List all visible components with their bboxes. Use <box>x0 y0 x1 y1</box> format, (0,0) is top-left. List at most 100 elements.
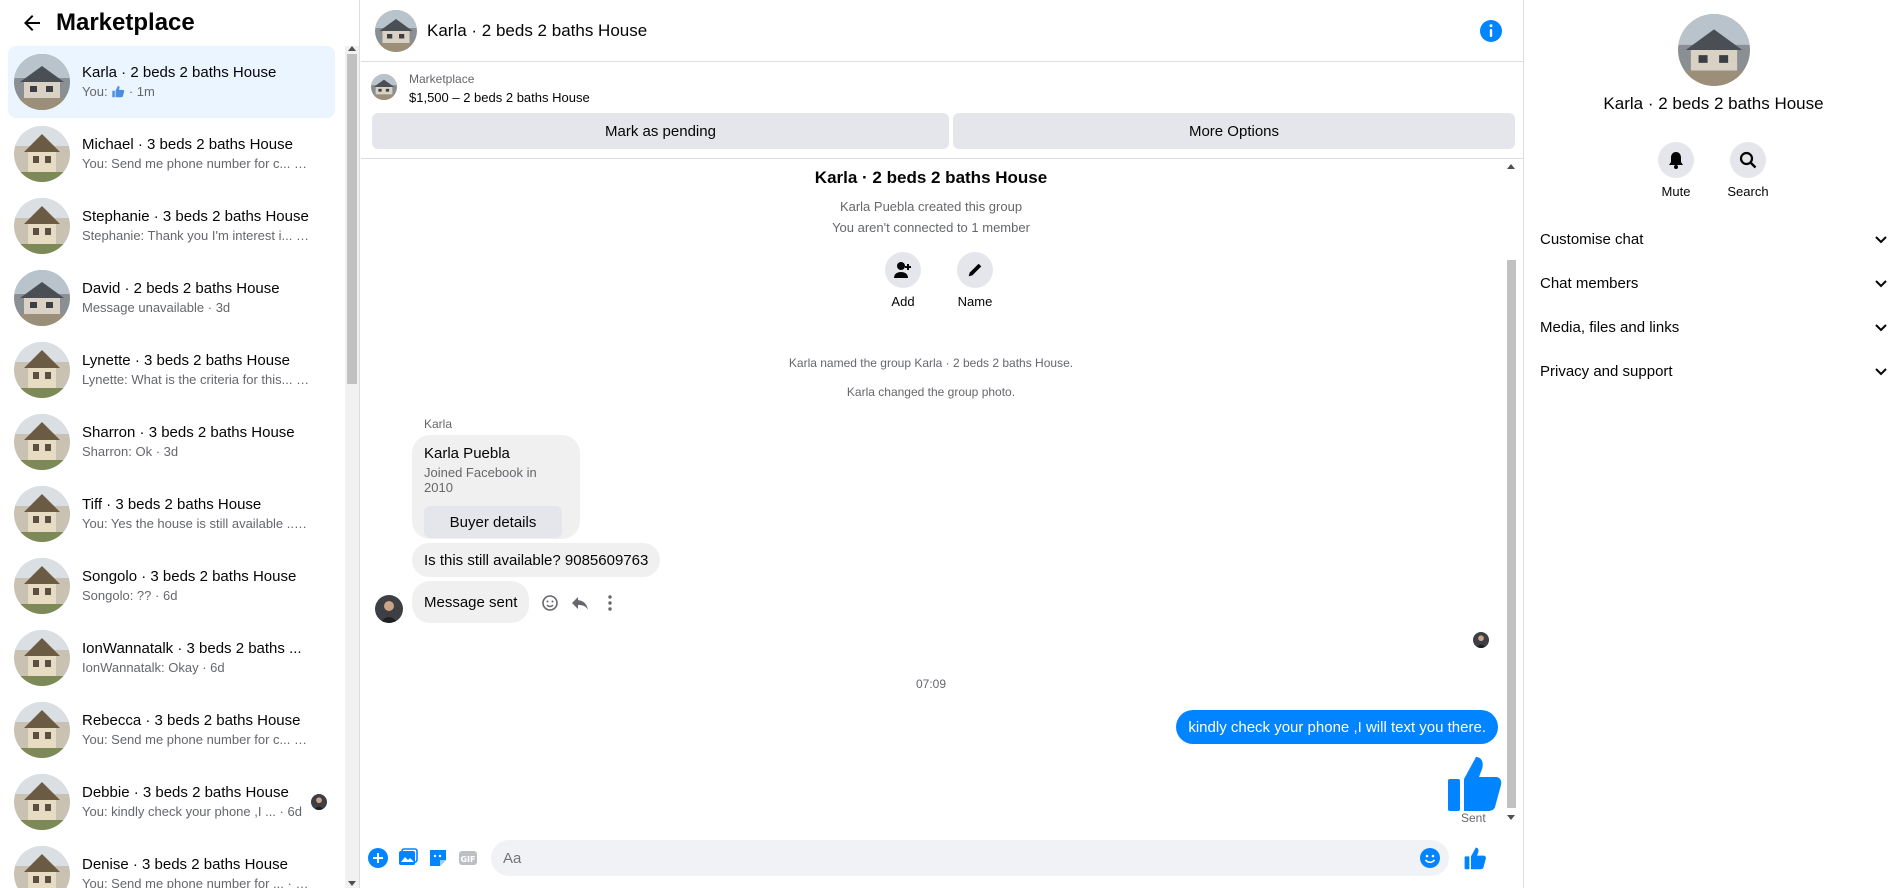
listing-thumbnail[interactable] <box>371 74 397 100</box>
conversation-preview: You: Send me phone number for c... · 6d <box>82 732 310 747</box>
listing-thumbnail <box>14 198 70 254</box>
conversation-item[interactable]: David · 2 beds 2 baths House Message una… <box>8 262 335 334</box>
message-actions <box>539 592 621 614</box>
listing-thumbnail <box>14 486 70 542</box>
chat-pane: Karla · 2 beds 2 baths House Marketplace… <box>361 0 1523 888</box>
incoming-message[interactable]: Message sent <box>412 581 530 623</box>
conversation-item[interactable]: IonWannatalk · 3 beds 2 baths ... IonWan… <box>8 622 335 694</box>
conversation-name: Sharron · 3 beds 2 baths House <box>82 424 295 441</box>
system-message: Karla named the group Karla · 2 beds 2 b… <box>788 356 1074 370</box>
scroll-up-arrow[interactable] <box>1507 164 1515 169</box>
conversation-item[interactable]: Lynette · 3 beds 2 baths House Lynette: … <box>8 334 335 406</box>
details-chat-name: Karla · 2 beds 2 baths House <box>1603 94 1824 113</box>
system-message: Karla changed the group photo. <box>846 385 1016 399</box>
conversation-preview: Sharron: Ok · 3d <box>82 444 179 459</box>
more-options-button[interactable]: More Options <box>953 113 1515 149</box>
buyer-joined-text: Joined Facebook in 2010 <box>424 465 537 495</box>
chat-members-section[interactable]: Chat members <box>1540 263 1890 303</box>
chat-avatar[interactable] <box>375 10 417 52</box>
scroll-down-arrow[interactable] <box>1507 815 1515 820</box>
emoji-icon[interactable] <box>1419 847 1441 869</box>
buyer-profile-card: Karla Puebla Joined Facebook in 2010 Buy… <box>412 435 580 539</box>
conversation-item[interactable]: Tiff · 3 beds 2 baths House You: Yes the… <box>8 478 335 550</box>
customise-chat-section[interactable]: Customise chat <box>1540 219 1890 259</box>
conversation-item[interactable]: Sharron · 3 beds 2 baths House Sharron: … <box>8 406 335 478</box>
conversation-preview: Stephanie: Thank you I'm interest i... ·… <box>82 228 310 243</box>
incoming-message[interactable]: Is this still available? 9085609763 <box>412 543 661 577</box>
chevron-down-icon <box>1875 368 1887 376</box>
thumbs-up-icon <box>112 85 125 98</box>
group-title: Karla · 2 beds 2 baths House <box>814 168 1048 187</box>
message-input-wrapper <box>491 840 1449 876</box>
plus-circle-icon[interactable] <box>367 847 389 869</box>
conversation-preview: Lynette: What is the criteria for this..… <box>82 372 310 387</box>
scrollbar-thumb[interactable] <box>347 54 357 384</box>
conversation-name: Stephanie · 3 beds 2 baths House <box>82 208 309 225</box>
listing-thumbnail <box>14 414 70 470</box>
mute-button[interactable]: Mute <box>1654 142 1698 199</box>
pencil-icon <box>968 263 982 277</box>
conversation-item[interactable]: Karla · 2 beds 2 baths House You: · 1m <box>8 46 335 118</box>
sender-avatar[interactable] <box>375 595 403 623</box>
group-avatar[interactable] <box>1678 14 1750 86</box>
chevron-down-icon <box>1875 280 1887 288</box>
search-button[interactable]: Search <box>1726 142 1770 199</box>
sender-name: Karla <box>424 417 453 431</box>
conversation-preview: Message unavailable · 3d <box>82 300 231 315</box>
listing-thumbnail <box>14 342 70 398</box>
gif-icon[interactable]: GIF <box>457 847 479 869</box>
listing-price-title[interactable]: $1,500 – 2 beds 2 baths House <box>409 90 590 105</box>
messenger-app: Marketplace Karla · 2 beds 2 baths House… <box>0 0 1902 888</box>
add-member-button[interactable]: Add <box>878 252 928 309</box>
conversation-name: Michael · 3 beds 2 baths House <box>82 136 293 153</box>
conversation-item[interactable]: Michael · 3 beds 2 baths House You: Send… <box>8 118 335 190</box>
listing-category: Marketplace <box>409 72 475 86</box>
listing-thumbnail <box>14 630 70 686</box>
chevron-down-icon <box>1875 236 1887 244</box>
conversation-item[interactable]: Denise · 3 beds 2 baths House You: Send … <box>8 838 335 888</box>
buyer-name: Karla Puebla <box>424 445 510 462</box>
conversation-preview: IonWannatalk: Okay · 6d <box>82 660 225 675</box>
chevron-down-icon <box>1875 324 1887 332</box>
sidebar-title: Marketplace <box>56 9 195 36</box>
more-vertical-icon[interactable] <box>599 592 621 614</box>
buyer-details-button[interactable]: Buyer details <box>424 506 562 538</box>
react-smiley-icon[interactable] <box>539 592 561 614</box>
mark-as-pending-button[interactable]: Mark as pending <box>372 113 949 149</box>
sent-status: Sent <box>1461 811 1486 825</box>
media-files-links-section[interactable]: Media, files and links <box>1540 307 1890 347</box>
scroll-up-arrow[interactable] <box>348 46 356 51</box>
chat-title[interactable]: Karla · 2 beds 2 baths House <box>427 21 647 41</box>
listing-thumbnail <box>14 702 70 758</box>
thumbs-up-icon[interactable] <box>1446 753 1502 813</box>
group-connection-text: You aren't connected to 1 member <box>832 220 1030 235</box>
outgoing-message[interactable]: kindly check your phone ,I will text you… <box>1176 710 1498 744</box>
bell-icon <box>1669 152 1683 169</box>
back-arrow-icon[interactable] <box>20 11 44 35</box>
reply-icon[interactable] <box>569 592 591 614</box>
scroll-down-arrow[interactable] <box>348 881 356 886</box>
scrollbar-thumb[interactable] <box>1507 260 1516 808</box>
privacy-support-section[interactable]: Privacy and support <box>1540 351 1890 391</box>
conversation-item[interactable]: Rebecca · 3 beds 2 baths House You: Send… <box>8 694 335 766</box>
info-icon[interactable] <box>1479 19 1503 43</box>
conversation-name: Rebecca · 3 beds 2 baths House <box>82 712 301 729</box>
seen-avatar <box>311 794 327 810</box>
name-group-button[interactable]: Name <box>950 252 1000 309</box>
add-person-icon <box>894 262 911 278</box>
sidebar-scrollbar[interactable] <box>345 46 359 888</box>
message-thread: Karla · 2 beds 2 baths House Karla Puebl… <box>361 160 1523 826</box>
photo-icon[interactable] <box>397 847 419 869</box>
conversation-preview: You: Send me phone number for c... · 1d <box>82 156 310 171</box>
message-input[interactable] <box>491 840 1449 876</box>
conversation-item[interactable]: Stephanie · 3 beds 2 baths House Stephan… <box>8 190 335 262</box>
conversation-item[interactable]: Debbie · 3 beds 2 baths House You: kindl… <box>8 766 335 838</box>
conversation-sidebar: Marketplace Karla · 2 beds 2 baths House… <box>0 0 360 888</box>
send-like-icon[interactable] <box>1463 846 1487 870</box>
listing-thumbnail <box>14 126 70 182</box>
sticker-icon[interactable] <box>427 847 449 869</box>
conversation-list: Karla · 2 beds 2 baths House You: · 1m M… <box>8 46 335 888</box>
chat-scrollbar[interactable] <box>1504 160 1518 826</box>
conversation-preview: You: Send me phone number for ... · 1w <box>82 876 310 888</box>
conversation-item[interactable]: Songolo · 3 beds 2 baths House Songolo: … <box>8 550 335 622</box>
